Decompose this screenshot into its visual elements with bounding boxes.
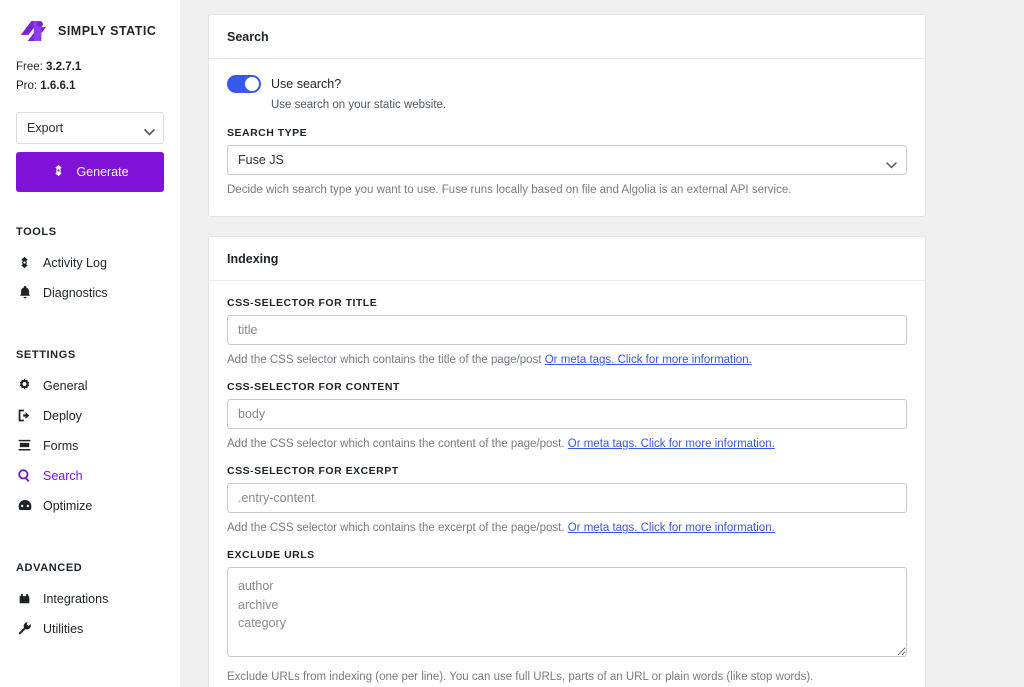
sidebar-item-label: General (43, 378, 88, 393)
css-selector-excerpt-input[interactable] (227, 483, 907, 514)
search-settings-card: Search Use search? Use search on your st… (208, 14, 926, 218)
export-select-value: Export (27, 120, 64, 135)
help-text-prefix: Add the CSS selector which contains the … (227, 438, 568, 451)
exclude-urls-textarea[interactable] (227, 567, 907, 658)
version-pro-label: Pro: (16, 79, 38, 92)
exclude-urls-label: EXCLUDE URLS (227, 549, 315, 562)
sidebar-item-search[interactable]: Search (0, 461, 180, 491)
nav-section-settings-title: SETTINGS (16, 348, 76, 361)
css-selector-title-help: Add the CSS selector which contains the … (227, 352, 907, 368)
meta-tags-link[interactable]: Or meta tags. Click for more information… (568, 522, 775, 534)
css-selector-excerpt-label: CSS-SELECTOR FOR EXCERPT (227, 465, 399, 478)
gear-icon (16, 377, 33, 394)
plugin-icon (16, 590, 33, 607)
use-search-label: Use search? (271, 77, 342, 91)
brand: SIMPLY STATIC (0, 0, 180, 44)
toggle-knob (245, 77, 259, 91)
css-selector-title-input[interactable] (227, 315, 907, 346)
version-free-value: 3.2.7.1 (46, 61, 82, 73)
sidebar-item-deploy[interactable]: Deploy (0, 401, 180, 431)
help-text-prefix: Add the CSS selector which contains the … (227, 522, 568, 535)
gauge-icon (16, 497, 33, 514)
meta-tags-link[interactable]: Or meta tags. Click for more information… (545, 354, 752, 366)
export-select[interactable]: Export (16, 111, 164, 144)
sidebar-item-label: Optimize (43, 498, 93, 513)
sidebar-item-label: Utilities (43, 621, 84, 636)
sidebar-item-label: Search (43, 468, 83, 483)
css-selector-content-label: CSS-SELECTOR FOR CONTENT (227, 381, 400, 394)
search-type-wrap: Fuse JS (227, 145, 907, 175)
meta-tags-link[interactable]: Or meta tags. Click for more information… (568, 438, 775, 450)
use-search-help: Use search on your static website. (271, 99, 447, 111)
version-free: Free: 3.2.7.1 (16, 58, 180, 77)
wrench-icon (16, 620, 33, 637)
search-type-label: SEARCH TYPE (227, 127, 308, 139)
main-content: Search Use search? Use search on your st… (180, 0, 1024, 687)
search-icon (16, 467, 33, 484)
sidebar-item-label: Diagnostics (43, 285, 108, 300)
sidebar-item-label: Activity Log (43, 255, 107, 270)
sidebar-item-forms[interactable]: Forms (0, 431, 180, 461)
generate-button-label: Generate (76, 164, 129, 179)
css-selector-content-input[interactable] (227, 399, 907, 430)
version-info: Free: 3.2.7.1 Pro: 1.6.6.1 (0, 44, 180, 96)
use-search-toggle[interactable] (227, 75, 261, 93)
sidebar-item-diagnostics[interactable]: Diagnostics (0, 278, 180, 308)
search-type-select[interactable]: Fuse JS (227, 145, 907, 175)
use-search-toggle-row: Use search? (227, 75, 907, 93)
export-arrow-icon (16, 407, 33, 424)
css-selector-content-help: Add the CSS selector which contains the … (227, 436, 907, 452)
generate-button[interactable]: Generate (16, 151, 164, 192)
sidebar-item-general[interactable]: General (0, 371, 180, 401)
sidebar-item-utilities[interactable]: Utilities (0, 614, 180, 644)
search-card-body: Use search? Use search on your static we… (209, 59, 925, 216)
help-text-prefix: Add the CSS selector which contains the … (227, 354, 545, 367)
exclude-urls-help: Exclude URLs from indexing (one per line… (227, 671, 814, 684)
version-pro: Pro: 1.6.6.1 (16, 77, 180, 96)
indexing-card-title: Indexing (209, 237, 925, 282)
search-type-help: Decide wich search type you want to use.… (227, 184, 792, 196)
update-circle-icon (16, 254, 33, 271)
bell-icon (16, 284, 33, 301)
sidebar: SIMPLY STATIC Free: 3.2.7.1 Pro: 1.6.6.1… (0, 0, 180, 687)
indexing-settings-card: Indexing CSS-SELECTOR FOR TITLE Add the … (208, 236, 926, 687)
search-card-title: Search (209, 15, 925, 59)
indexing-card-body: CSS-SELECTOR FOR TITLE Add the CSS selec… (209, 281, 925, 687)
sidebar-item-optimize[interactable]: Optimize (0, 491, 180, 521)
sidebar-item-label: Forms (43, 438, 79, 453)
simply-static-logo-icon (20, 21, 46, 41)
export-select-wrap: Export (16, 111, 164, 144)
sidebar-item-integrations[interactable]: Integrations (0, 584, 180, 614)
sidebar-item-label: Deploy (43, 408, 82, 423)
sidebar-item-label: Integrations (43, 591, 109, 606)
app-root: SIMPLY STATIC Free: 3.2.7.1 Pro: 1.6.6.1… (0, 0, 1024, 687)
update-circle-icon (51, 163, 66, 181)
forms-icon (16, 437, 33, 454)
version-free-label: Free: (16, 61, 43, 73)
nav-section-tools-title: TOOLS (16, 225, 57, 238)
sidebar-item-activity-log[interactable]: Activity Log (0, 248, 180, 278)
brand-name: SIMPLY STATIC (58, 24, 157, 38)
nav-section-advanced-title: ADVANCED (16, 561, 83, 574)
css-selector-title-label: CSS-SELECTOR FOR TITLE (227, 297, 378, 310)
css-selector-excerpt-help: Add the CSS selector which contains the … (227, 520, 907, 536)
version-pro-value: 1.6.6.1 (40, 79, 76, 92)
